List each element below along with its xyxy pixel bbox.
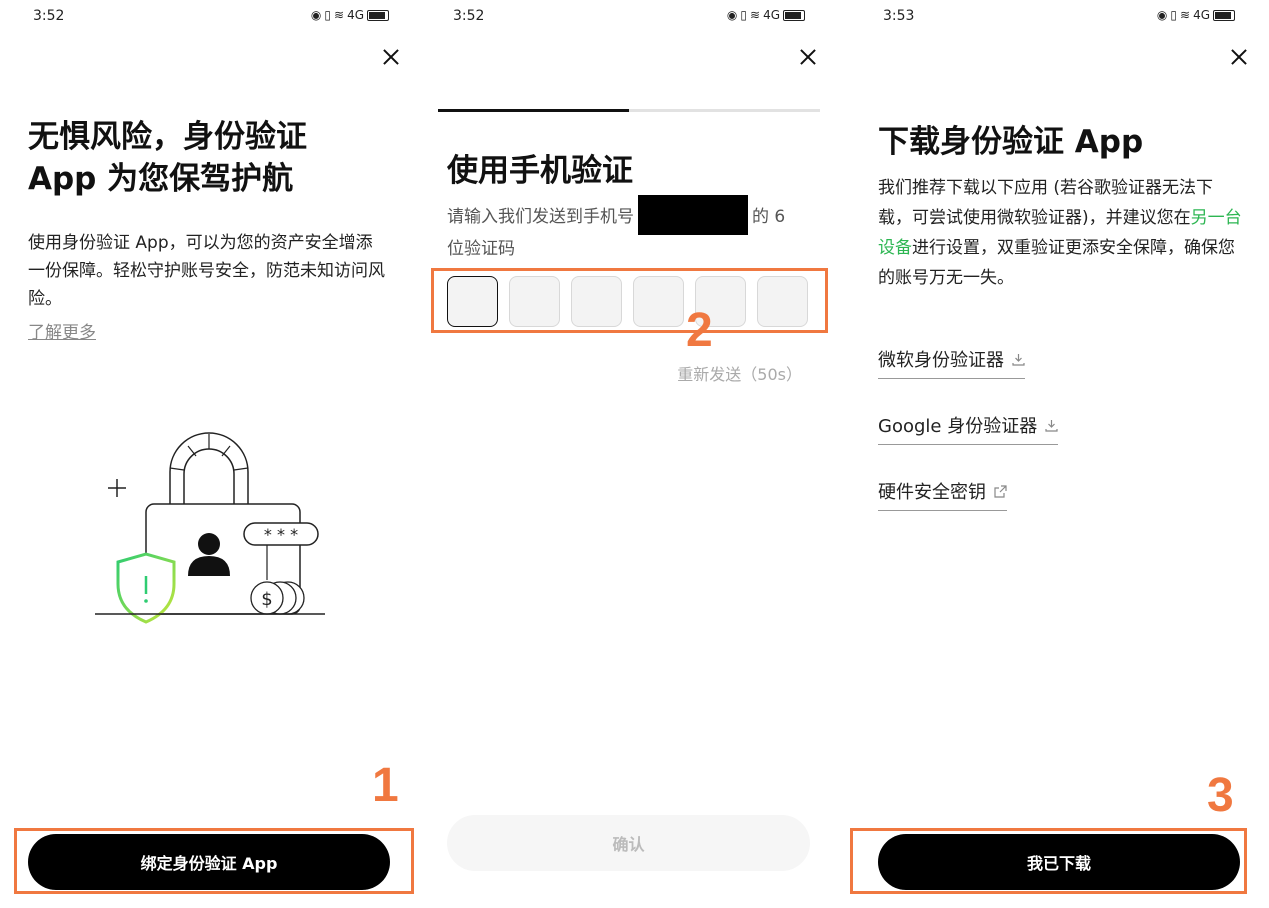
battery-icon	[783, 9, 805, 21]
status-icons: ◉ ▯ ≋ 4G	[727, 8, 805, 22]
external-link-icon	[994, 484, 1007, 498]
item-label: Google 身份验证器	[878, 416, 1038, 437]
item-label: 微软身份验证器	[878, 350, 1004, 371]
signal-icon: 4G	[1193, 8, 1210, 22]
status-bar: 3:52 ◉ ▯ ≋ 4G	[425, 0, 850, 34]
learn-more-link[interactable]: 了解更多	[28, 318, 96, 343]
panel-bind-authenticator: 3:52 ◉ ▯ ≋ 4G 无惧风险，身份验证 App 为您保驾护航 使用身份验…	[0, 0, 425, 908]
google-authenticator-link[interactable]: Google 身份验证器	[878, 412, 1059, 445]
resend-code-link[interactable]: 重新发送（50s）	[677, 361, 802, 385]
wifi-icon: ≋	[334, 8, 345, 22]
eye-icon: ◉	[1156, 8, 1168, 22]
otp-input-group	[447, 276, 808, 327]
progress-bar	[438, 109, 820, 112]
otp-digit-input[interactable]	[633, 276, 684, 327]
page-title: 下载身份验证 App	[878, 124, 1144, 160]
step-number: 3	[1207, 769, 1234, 822]
status-icons: ◉ ▯ ≋ 4G	[311, 8, 389, 22]
signal-icon: 4G	[347, 8, 364, 22]
bind-authenticator-button[interactable]: 绑定身份验证 App	[28, 834, 390, 890]
hardware-security-key-link[interactable]: 硬件安全密钥	[878, 478, 1007, 511]
download-icon	[1012, 353, 1025, 366]
page-description: 请输入我们发送到手机号的 6 位验证码	[447, 195, 807, 261]
battery-icon	[367, 9, 389, 21]
download-icon	[1045, 419, 1058, 432]
description-part-2: 进行设置，双重验证更添安全保障，确保您的账号万无一失。	[878, 238, 1235, 288]
status-time: 3:53	[883, 8, 915, 24]
signal-icon: 4G	[763, 8, 780, 22]
page-description: 我们推荐下载以下应用 (若谷歌验证器无法下载，可尝试使用微软验证器)，并建议您在…	[878, 173, 1243, 293]
svg-text:* * *: * * *	[264, 525, 298, 544]
microsoft-authenticator-link[interactable]: 微软身份验证器	[878, 346, 1025, 379]
vibrate-icon: ▯	[324, 8, 331, 22]
confirm-button[interactable]: 确认	[447, 815, 810, 871]
redacted-phone-number	[638, 195, 748, 235]
otp-digit-input[interactable]	[447, 276, 498, 327]
status-bar: 3:52 ◉ ▯ ≋ 4G	[0, 0, 425, 34]
close-icon[interactable]	[796, 45, 820, 69]
battery-icon	[1213, 9, 1235, 21]
otp-digit-input[interactable]	[757, 276, 808, 327]
wifi-icon: ≋	[750, 8, 761, 22]
status-time: 3:52	[453, 8, 485, 24]
vibrate-icon: ▯	[740, 8, 747, 22]
otp-digit-input[interactable]	[571, 276, 622, 327]
progress-fill	[438, 109, 629, 112]
step-number: 2	[686, 304, 713, 357]
otp-digit-input[interactable]	[509, 276, 560, 327]
vibrate-icon: ▯	[1170, 8, 1177, 22]
close-icon[interactable]	[379, 45, 403, 69]
status-bar: 3:53 ◉ ▯ ≋ 4G	[850, 0, 1269, 34]
downloaded-button[interactable]: 我已下载	[878, 834, 1240, 890]
svg-text:$: $	[261, 589, 272, 610]
step-number: 1	[372, 759, 399, 812]
eye-icon: ◉	[726, 8, 738, 22]
status-time: 3:52	[33, 8, 65, 24]
status-icons: ◉ ▯ ≋ 4G	[1157, 8, 1235, 22]
panel-download-authenticator: 3:53 ◉ ▯ ≋ 4G 下载身份验证 App 我们推荐下载以下应用 (若谷歌…	[850, 0, 1269, 908]
lock-security-illustration: * * * $	[95, 432, 325, 624]
eye-icon: ◉	[310, 8, 322, 22]
wifi-icon: ≋	[1180, 8, 1191, 22]
description-before: 请输入我们发送到手机号	[447, 207, 634, 227]
panel-phone-verification: 3:52 ◉ ▯ ≋ 4G 使用手机验证 请输入我们发送到手机号的 6 位验证码…	[425, 0, 850, 908]
description-part-1: 我们推荐下载以下应用 (若谷歌验证器无法下载，可尝试使用微软验证器)，并建议您在	[878, 178, 1214, 228]
page-description: 使用身份验证 App，可以为您的资产安全增添一份保障。轻松守护账号安全，防范未知…	[28, 233, 385, 309]
close-icon[interactable]	[1227, 45, 1251, 69]
item-label: 硬件安全密钥	[878, 482, 986, 503]
page-title: 使用手机验证	[447, 153, 633, 189]
page-title: 无惧风险，身份验证 App 为您保驾护航	[28, 119, 307, 197]
